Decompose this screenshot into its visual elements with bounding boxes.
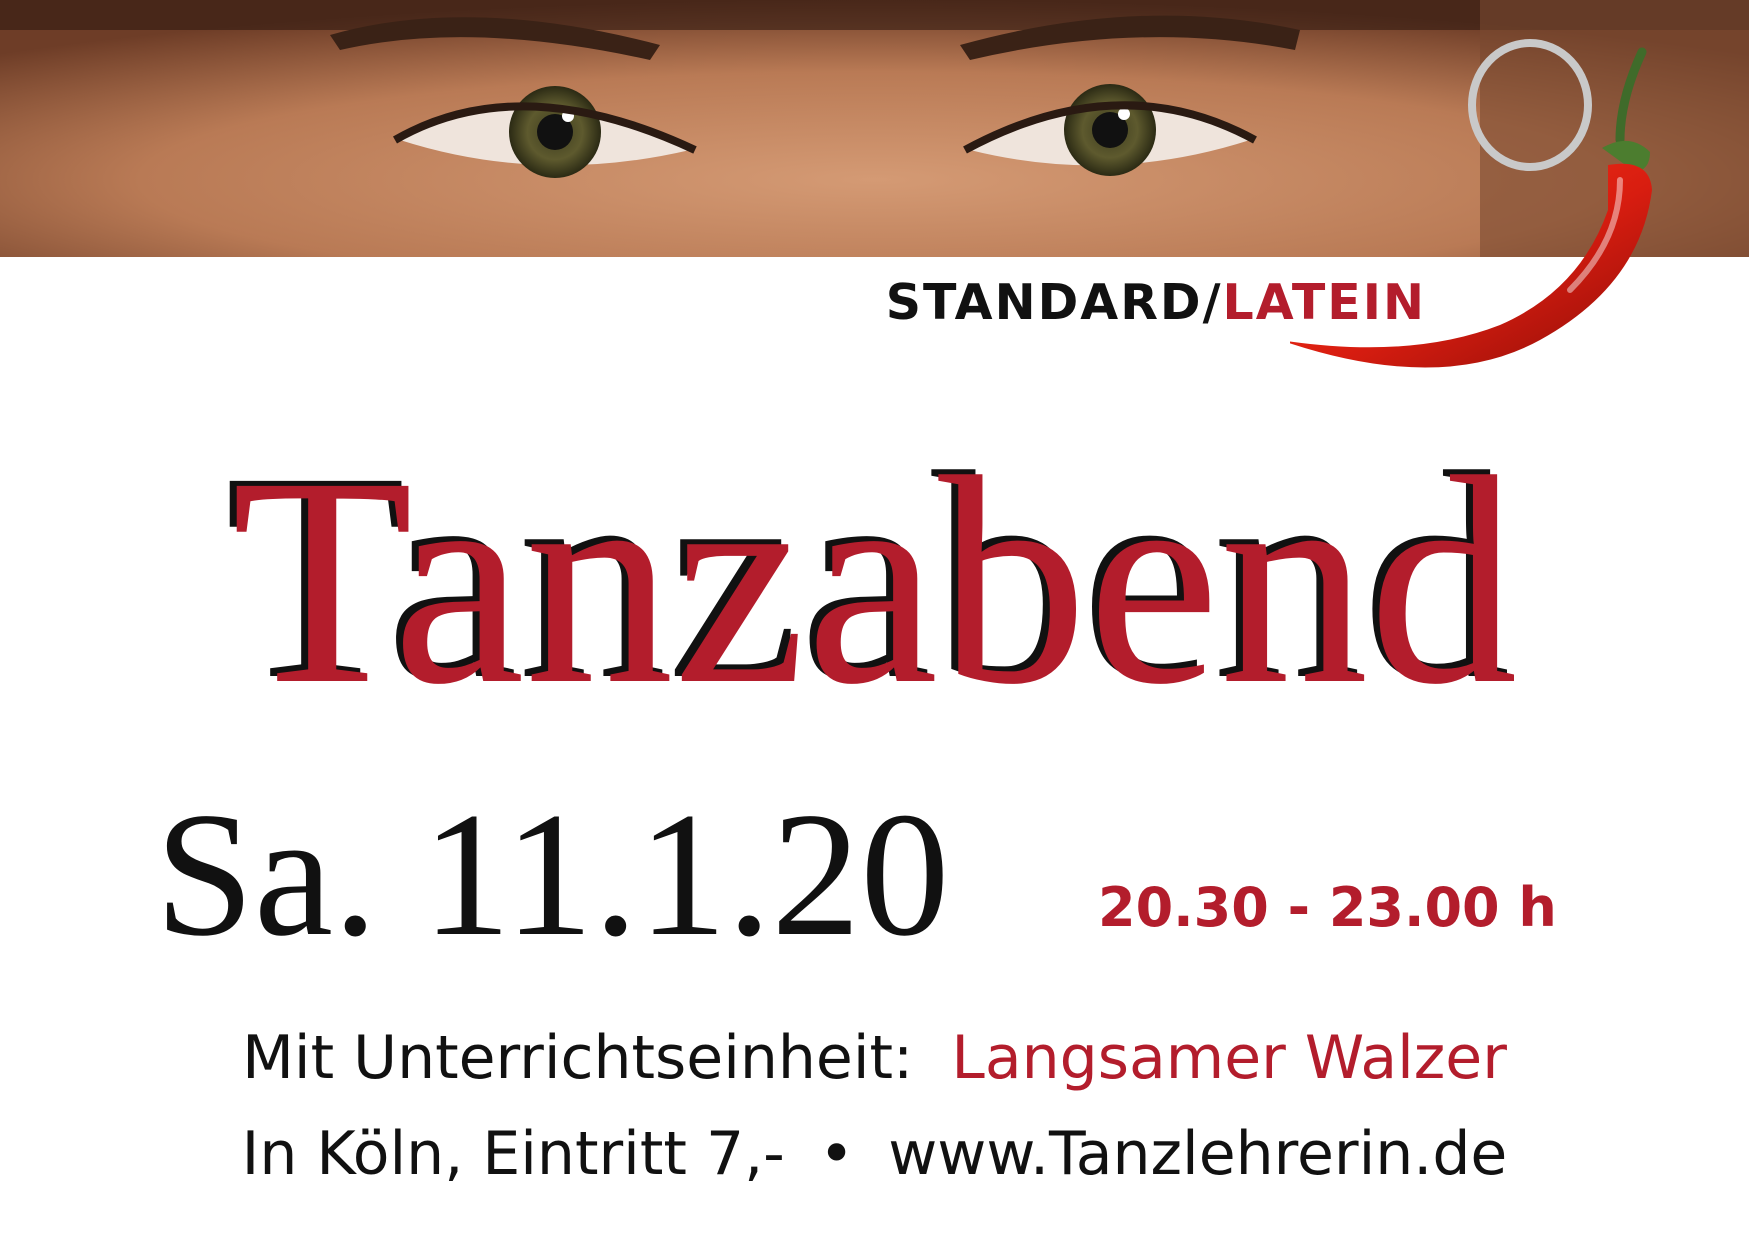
event-time: 20.30 - 23.00 h <box>1098 876 1557 939</box>
category-standard: STANDARD/ <box>885 274 1223 331</box>
event-title: Tanzabend <box>231 416 1518 746</box>
chili-pepper-icon <box>1290 47 1652 368</box>
event-date: Sa. 11.1.20 <box>155 775 950 973</box>
lesson-line: Mit Unterrichtseinheit: Langsamer Walzer <box>0 1023 1749 1093</box>
category-latin: LATEIN <box>1222 274 1426 331</box>
location-fee: In Köln, Eintritt 7,- <box>241 1119 785 1189</box>
bullet-separator: • <box>818 1119 855 1189</box>
lesson-dance: Langsamer Walzer <box>951 1023 1507 1093</box>
dance-category: STANDARD/LATEIN <box>0 274 1426 331</box>
info-line: In Köln, Eintritt 7,- • www.Tanzlehrerin.d… <box>0 1119 1749 1189</box>
lesson-label: Mit Unterrichtseinheit: <box>242 1023 914 1093</box>
website-link[interactable]: www.Tanzlehrerin.de <box>888 1119 1507 1189</box>
